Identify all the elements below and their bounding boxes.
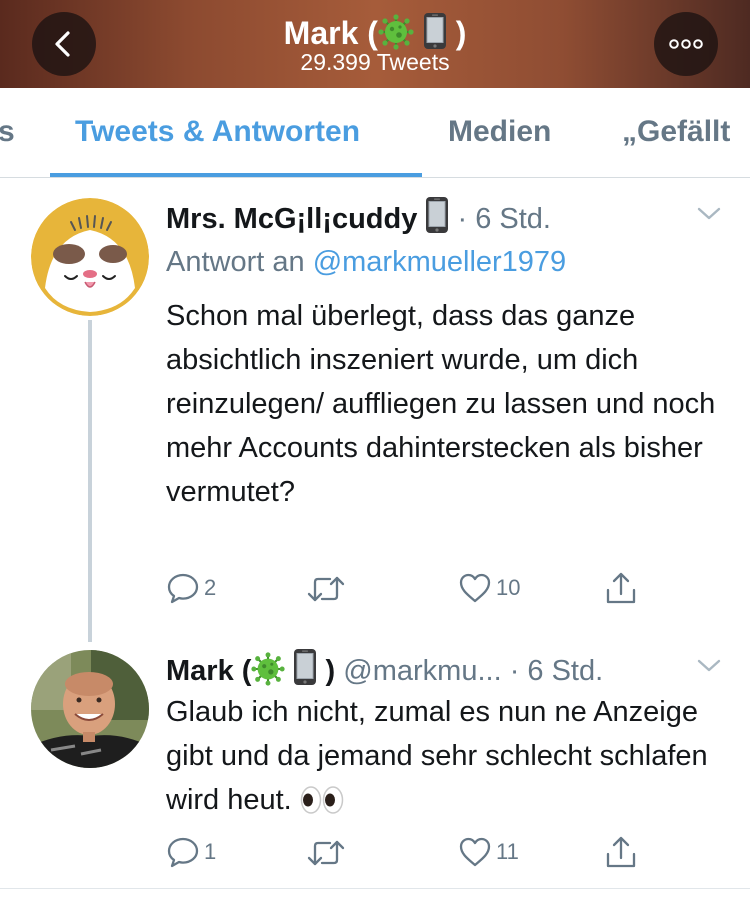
more-button[interactable] [654,12,718,76]
eyes-icon [300,784,344,828]
tweet-1-reply-context: Antwort an @markmueller1979 [166,244,566,280]
tweet-1-timestamp[interactable]: · 6 Std. [457,203,551,235]
tweet-2-retweet-button[interactable] [306,838,350,868]
tweet-2-author-name-close: ) [325,655,336,687]
chevron-down-icon[interactable] [696,658,722,674]
share-icon [606,572,636,604]
tweet-1-share-button[interactable] [604,570,638,606]
tab-tweets-and-replies[interactable]: Tweets & Antworten [75,88,360,178]
tweet-2-header: Mark ( ) @markmu... · 6 Std. [166,648,603,695]
tweet-1-author-name[interactable]: Mrs. McG¡ll¡cuddy [166,203,417,235]
back-button[interactable] [32,12,96,76]
more-dots-icon [669,39,703,49]
smartphone-icon [293,648,317,695]
profile-header: Mark ( ) 29.399 Tweets [0,0,750,88]
reply-to-handle[interactable]: @markmueller1979 [313,246,566,278]
smartphone-icon [425,196,449,243]
tweet-2-text-content: Glaub ich nicht, zumal es nun ne Anzeige… [166,696,708,816]
tweet-divider [0,888,750,889]
tweet-1-header: Mrs. McG¡ll¡cuddy · 6 Std. [166,196,551,243]
tweet-2-timestamp[interactable]: · 6 Std. [510,655,604,687]
tweet-1-like-button[interactable]: 10 [458,572,520,604]
tweet-2-handle[interactable]: @markmu... [343,655,501,687]
tweet-1-text: Schon mal überlegt, dass das ganze absic… [166,300,716,508]
tab-tweets[interactable]: s [0,88,15,178]
reply-to-prefix: Antwort an [166,246,305,278]
share-icon [606,836,636,868]
heart-icon [459,573,491,603]
avatar-mrs-mcgillicuddy[interactable] [31,198,149,316]
tweet-2-like-count: 11 [496,839,519,864]
tweet-1-reply-count: 2 [204,575,217,600]
reply-bubble-icon [167,837,199,868]
profile-tabs: s Tweets & Antworten Medien „Gefällt [0,88,750,178]
chevron-left-icon [55,31,70,57]
reply-bubble-icon [167,573,199,604]
tweet-2-reply-count: 1 [204,839,217,864]
tab-media[interactable]: Medien [448,88,551,178]
header-title-name: Mark ( [283,15,378,51]
avatar-mark[interactable] [31,650,149,768]
tweet-2-share-button[interactable] [604,834,638,870]
tweet-count: 29.399 Tweets [300,49,450,75]
thread-connector-line [88,320,92,642]
tweet-2-reply-button[interactable]: 1 [166,836,216,868]
heart-icon [459,837,491,867]
retweet-icon [307,576,345,602]
chevron-down-icon[interactable] [696,206,722,222]
tweet-1-retweet-button[interactable] [306,574,350,604]
header-title-close: ) [455,15,467,51]
tweet-2-author-name[interactable]: Mark ( [166,655,251,687]
tweet-1-reply-button[interactable]: 2 [166,572,216,604]
retweet-icon [307,840,345,866]
active-tab-indicator [50,173,422,177]
tweet-1-like-count: 10 [496,575,521,600]
virus-icon [251,652,286,695]
tweet-2-like-button[interactable]: 11 [458,836,519,868]
tab-likes[interactable]: „Gefällt [622,88,730,178]
tweet-2-text: Glaub ich nicht, zumal es nun ne Anzeige… [166,690,736,828]
